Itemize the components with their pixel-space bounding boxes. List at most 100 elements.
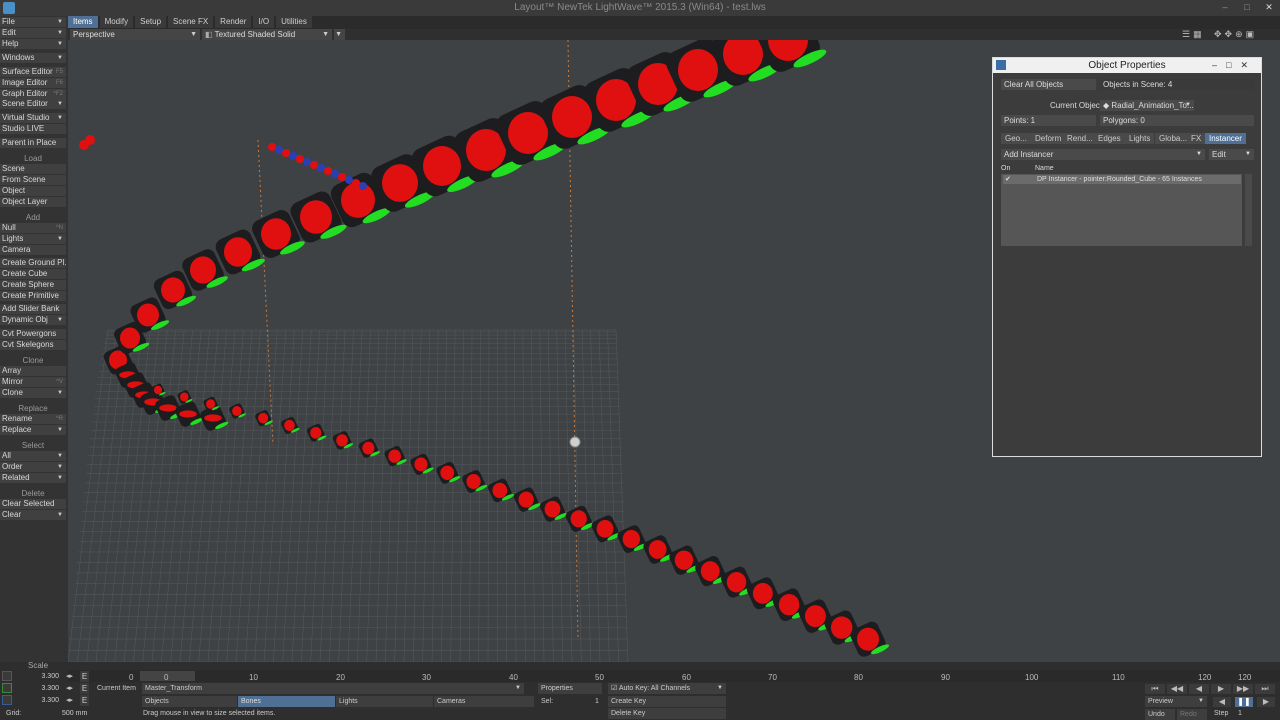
tab-global[interactable]: Globa... (1155, 133, 1192, 144)
load-object-layer-button[interactable]: Object Layer (0, 197, 66, 207)
clone-menu[interactable]: Clone ▼ (0, 388, 66, 398)
add-lights-menu[interactable]: Lights ▼ (0, 234, 66, 244)
tab-io[interactable]: I/O (253, 16, 275, 28)
file-menu[interactable]: File ▼ (0, 17, 66, 27)
delete-key-button[interactable]: Delete Key (608, 708, 726, 719)
maximize-button[interactable]: □ (1236, 0, 1258, 16)
mirror-button[interactable]: Mirror ^V (0, 377, 66, 387)
studio-live-button[interactable]: Studio LIVE (0, 124, 66, 134)
key-arrows-icon[interactable]: ◂▸ (66, 684, 73, 692)
tab-setup[interactable]: Setup (135, 16, 167, 28)
windows-menu[interactable]: Windows ▼ (0, 53, 66, 63)
add-null-button[interactable]: Null ^N (0, 223, 66, 233)
key-arrows-icon[interactable]: ◂▸ (66, 672, 73, 680)
render-mode-dropdown[interactable]: ◧ Textured Shaded Solid ▼ (202, 29, 332, 40)
play-icon[interactable]: ▶ (1211, 684, 1231, 694)
lights-select-button[interactable]: Lights (336, 696, 433, 707)
select-order-menu[interactable]: Order ▼ (0, 462, 66, 472)
tab-lights[interactable]: Lights (1125, 133, 1155, 144)
scale-z-value[interactable]: 3.300 (14, 695, 62, 706)
objects-select-button[interactable]: Objects (142, 696, 237, 707)
bones-select-button[interactable]: Bones (238, 696, 335, 707)
properties-button[interactable]: Properties (538, 683, 602, 694)
graph-editor-button[interactable]: Graph Editor ^F2 (0, 89, 66, 99)
create-key-button[interactable]: Create Key (608, 696, 726, 707)
clear-menu[interactable]: Clear ▼ (0, 510, 66, 520)
list-item[interactable]: ✔ DP Instancer - pointer:Rounded_Cube - … (1003, 175, 1241, 184)
tab-fx[interactable]: FX (1187, 133, 1206, 144)
checkmark-icon[interactable]: ✔ (1005, 175, 1011, 184)
cameras-select-button[interactable]: Cameras (434, 696, 534, 707)
tab-render[interactable]: Render (215, 16, 252, 28)
view-type-dropdown[interactable]: Perspective ▼ (70, 29, 200, 40)
add-slider-bank-button[interactable]: Add Slider Bank (0, 304, 66, 314)
surface-editor-button[interactable]: Surface Editor F5 (0, 67, 66, 77)
instancer-list[interactable]: ✔ DP Instancer - pointer:Rounded_Cube - … (1001, 174, 1242, 246)
virtual-studio-button[interactable]: Virtual Studio ▼ (0, 113, 66, 123)
load-from-scene-button[interactable]: From Scene (0, 175, 66, 185)
go-to-end-icon[interactable]: ⏭ (1255, 684, 1275, 694)
step-back-icon[interactable]: ◀ (1213, 697, 1231, 707)
select-all-menu[interactable]: All ▼ (0, 451, 66, 461)
rename-button[interactable]: Rename ^R (0, 414, 66, 424)
add-camera-button[interactable]: Camera (0, 245, 66, 255)
key-arrows-icon[interactable]: ◂▸ (66, 696, 73, 704)
tab-scene-fx[interactable]: Scene FX (168, 16, 214, 28)
current-object-dropdown[interactable]: ◆ Radial_Animation_To... ▼ (1100, 100, 1194, 111)
close-button[interactable]: ✕ (1258, 0, 1280, 16)
scene-editor-button[interactable]: Scene Editor ▼ (0, 99, 66, 109)
list-icon[interactable]: ☰ (1182, 29, 1190, 40)
edit-dropdown[interactable]: Edit ▼ (1209, 149, 1254, 160)
add-instancer-dropdown[interactable]: Add Instancer ▼ (1001, 149, 1205, 160)
tab-render[interactable]: Rend... (1063, 133, 1097, 144)
scale-x-value[interactable]: 3.300 (14, 671, 62, 682)
auto-key-dropdown[interactable]: ☑ Auto Key: All Channels ▼ (608, 683, 726, 694)
rotate-view-icon[interactable]: ✥ (1225, 29, 1233, 40)
tab-modify[interactable]: Modify (99, 16, 134, 28)
go-to-start-icon[interactable]: ⏮ (1145, 684, 1165, 694)
create-primitive-button[interactable]: Create Primitive (0, 291, 66, 301)
step-value[interactable]: 1 (1238, 708, 1242, 719)
clear-all-objects-button[interactable]: Clear All Objects (1001, 79, 1096, 90)
tab-instancer[interactable]: Instancer (1205, 133, 1246, 144)
tab-edges[interactable]: Edges (1094, 133, 1125, 144)
tab-geometry[interactable]: Geo... (1001, 133, 1031, 144)
list-scrollbar[interactable] (1245, 174, 1252, 246)
pause-icon[interactable]: ❚❚ (1235, 697, 1253, 707)
current-item-dropdown[interactable]: Master_Transform ▼ (142, 683, 524, 694)
envelope-e-button[interactable]: E (80, 695, 89, 706)
array-button[interactable]: Array (0, 366, 66, 376)
replace-menu[interactable]: Replace ▼ (0, 425, 66, 435)
create-sphere-button[interactable]: Create Sphere (0, 280, 66, 290)
create-cube-button[interactable]: Create Cube (0, 269, 66, 279)
checkbox-icon[interactable]: ☑ (611, 685, 619, 692)
previous-key-icon[interactable]: ◀◀ (1167, 684, 1187, 694)
maximize-view-icon[interactable]: ▣ (1246, 29, 1255, 40)
dynamic-obj-menu[interactable]: Dynamic Obj ▼ (0, 315, 66, 325)
tab-utilities[interactable]: Utilities (276, 16, 312, 28)
edit-menu[interactable]: Edit ▼ (0, 28, 66, 38)
select-related-menu[interactable]: Related ▼ (0, 473, 66, 483)
play-reverse-icon[interactable]: ◀ (1189, 684, 1209, 694)
envelope-e-button[interactable]: E (80, 683, 89, 694)
light-icon[interactable] (569, 436, 581, 448)
undo-button[interactable]: Undo (1145, 709, 1175, 720)
load-object-button[interactable]: Object (0, 186, 66, 196)
load-scene-button[interactable]: Scene (0, 164, 66, 174)
create-ground-plane-button[interactable]: Create Ground Pl... (0, 258, 66, 268)
move-view-icon[interactable]: ✥ (1214, 29, 1222, 40)
zoom-view-icon[interactable]: ⊕ (1235, 29, 1243, 40)
image-editor-button[interactable]: Image Editor F6 (0, 78, 66, 88)
grid-icon[interactable]: ▦ (1193, 29, 1202, 40)
scale-y-value[interactable]: 3.300 (14, 683, 62, 694)
tab-items[interactable]: Items (68, 16, 98, 28)
redo-button[interactable]: Redo (1177, 709, 1207, 720)
clear-selected-button[interactable]: Clear Selected (0, 499, 66, 509)
help-menu[interactable]: Help ▼ (0, 39, 66, 49)
viewport-options-dropdown[interactable]: ▼ (334, 29, 345, 40)
step-forward-icon[interactable]: ▶ (1257, 697, 1275, 707)
cvt-powergons-button[interactable]: Cvt Powergons (0, 329, 66, 339)
envelope-e-button[interactable]: E (80, 671, 89, 682)
parent-in-place-button[interactable]: Parent in Place (0, 138, 66, 148)
next-key-icon[interactable]: ▶▶ (1233, 684, 1253, 694)
